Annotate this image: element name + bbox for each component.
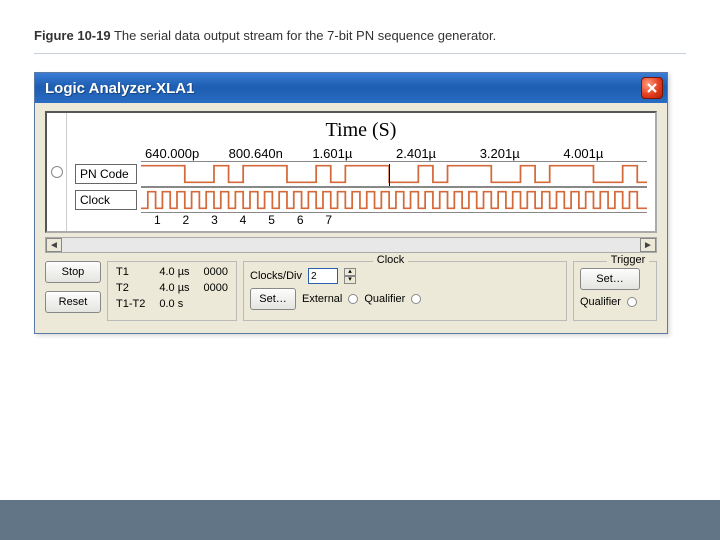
stop-button[interactable]: Stop (45, 261, 101, 283)
clock-fieldset: Clock Clocks/Div 2 ▴▾ Set… External Qual… (243, 261, 567, 321)
scroll-left-button[interactable]: ◄ (46, 238, 62, 252)
horizontal-scrollbar[interactable]: ◄ ► (45, 237, 657, 253)
tick: 800.640n (229, 146, 313, 161)
scroll-right-button[interactable]: ► (640, 238, 656, 252)
tick: 1.601µ (312, 146, 396, 161)
tick: 640.000p (145, 146, 229, 161)
clocks-per-div-stepper[interactable]: ▴▾ (344, 268, 356, 284)
trigger-qualifier-terminal[interactable] (627, 297, 637, 307)
external-terminal[interactable] (348, 294, 358, 304)
bit-num: 4 (229, 213, 258, 227)
clocks-per-div-label: Clocks/Div (250, 270, 302, 282)
pn-code-waveform (141, 162, 647, 186)
bit-num: 5 (257, 213, 286, 227)
external-label: External (302, 293, 342, 305)
trigger-legend: Trigger (607, 254, 649, 266)
controls-panel: Stop Reset T1 T2 T1-T2 4.0 µs 4.0 µs 0.0… (45, 261, 657, 321)
step-down-icon[interactable]: ▾ (344, 276, 356, 284)
bit-num: 3 (200, 213, 229, 227)
bit-num: 2 (172, 213, 201, 227)
clock-qualifier-terminal[interactable] (411, 294, 421, 304)
clock-set-button[interactable]: Set… (250, 288, 296, 310)
divider (34, 53, 686, 54)
time-cursor-panel: T1 T2 T1-T2 4.0 µs 4.0 µs 0.0 s 0000 000… (107, 261, 237, 321)
window-title: Logic Analyzer-XLA1 (45, 80, 641, 97)
dt-value: 0.0 s (159, 298, 189, 310)
reset-button[interactable]: Reset (45, 291, 101, 313)
trigger-qualifier-label: Qualifier (580, 296, 621, 308)
close-button[interactable] (641, 77, 663, 99)
t2-value: 4.0 µs (159, 282, 189, 294)
cursor-marker[interactable] (389, 164, 390, 186)
clock-legend: Clock (373, 254, 409, 266)
t2-hex: 0000 (204, 282, 228, 294)
clock-waveform (141, 188, 647, 212)
titlebar[interactable]: Logic Analyzer-XLA1 (35, 73, 667, 103)
clocks-per-div-input[interactable]: 2 (308, 268, 338, 284)
waveform-label-clock: Clock (75, 190, 137, 210)
figure-caption: Figure 10-19 The serial data output stre… (34, 28, 686, 43)
t2-label: T2 (116, 282, 145, 294)
waveform-panel: Time (S) 640.000p 800.640n 1.601µ 2.401µ… (45, 111, 657, 233)
time-axis: 640.000p 800.640n 1.601µ 2.401µ 3.201µ 4… (145, 146, 647, 161)
clock-qualifier-label: Qualifier (364, 293, 405, 305)
bit-num: 7 (314, 213, 343, 227)
waveform-label-pncode: PN Code (75, 164, 137, 184)
figure-number: Figure 10-19 (34, 28, 111, 43)
plot-title: Time (S) (75, 119, 647, 142)
trigger-fieldset: Trigger Set… Qualifier (573, 261, 657, 321)
close-icon (646, 82, 658, 94)
tick: 2.401µ (396, 146, 480, 161)
bit-num: 1 (143, 213, 172, 227)
tick: 4.001µ (563, 146, 647, 161)
channel-selector-column (47, 113, 67, 231)
t1-hex: 0000 (204, 266, 228, 278)
channel-radio[interactable] (51, 166, 63, 178)
waveform-row-pncode: PN Code (75, 161, 647, 187)
footer-bar (0, 500, 720, 540)
dt-label: T1-T2 (116, 298, 145, 310)
t1-value: 4.0 µs (159, 266, 189, 278)
trigger-set-button[interactable]: Set… (580, 268, 640, 290)
bit-num: 6 (286, 213, 315, 227)
tick: 3.201µ (480, 146, 564, 161)
bit-index-row: 1 2 3 4 5 6 7 (143, 213, 343, 227)
waveform-row-clock: Clock (75, 187, 647, 213)
t1-label: T1 (116, 266, 145, 278)
figure-text: The serial data output stream for the 7-… (114, 28, 496, 43)
step-up-icon[interactable]: ▴ (344, 268, 356, 276)
logic-analyzer-window: Logic Analyzer-XLA1 Time (S) 640.000p 80… (34, 72, 668, 334)
